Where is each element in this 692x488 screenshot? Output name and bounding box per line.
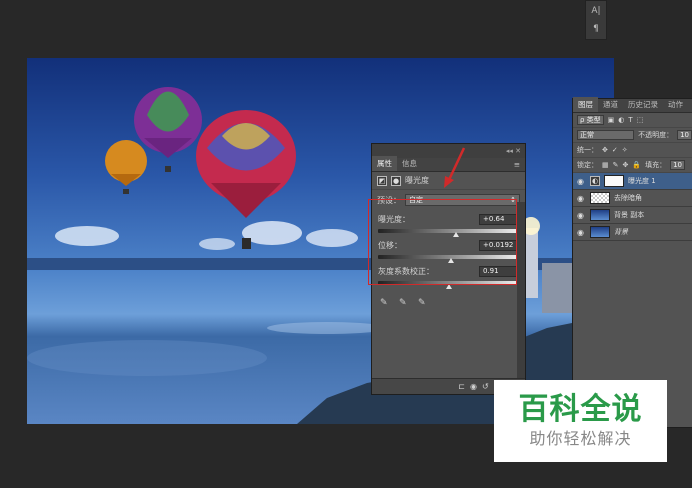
filter-pixel-icon[interactable]: ▣ <box>608 116 615 124</box>
blend-mode-select[interactable]: 正常 <box>577 130 635 140</box>
opacity-label: 不透明度： <box>638 131 674 139</box>
layer-name: 曝光度 1 <box>628 177 656 185</box>
character-tool-icon[interactable]: A| <box>586 4 606 19</box>
view-previous-icon[interactable]: ◉ <box>470 382 477 391</box>
filter-adjust-icon[interactable]: ◐ <box>618 116 624 124</box>
layer-name: 背景 <box>614 228 628 236</box>
exposure-label: 曝光度： <box>378 214 410 224</box>
eyedropper-row: ✎ ✎ ✎ <box>372 288 525 318</box>
fill-label: 填充： <box>645 161 667 169</box>
gamma-control: 灰度系数校正： 0.91 <box>372 262 525 289</box>
exposure-slider[interactable] <box>378 229 519 237</box>
preset-value: 自定 <box>409 196 423 204</box>
collapse-icon[interactable]: ◂◂ <box>506 147 513 155</box>
lock-label: 锁定： <box>577 161 598 169</box>
tab-actions[interactable]: 动作 <box>663 97 688 112</box>
mini-toolbar: A| ¶ <box>585 0 607 40</box>
tab-properties[interactable]: 属性 <box>372 156 397 171</box>
offset-control: 位移： +0.0192 <box>372 236 525 263</box>
opacity-field[interactable]: 10 <box>677 130 692 140</box>
unify-style-icon[interactable]: ✧ <box>622 146 628 154</box>
lock-move-icon[interactable]: ✥ <box>623 161 629 169</box>
tab-layers[interactable]: 图层 <box>573 97 598 112</box>
gamma-label: 灰度系数校正： <box>378 266 434 276</box>
watermark-subtitle: 助你轻松解决 <box>529 429 632 448</box>
layer-item[interactable]: ◉ 背景 副本 <box>573 207 692 224</box>
layer-name: 去除暗角 <box>614 194 642 202</box>
panel-menu-icon[interactable]: ≡ <box>509 158 525 171</box>
gray-point-eyedropper-icon[interactable]: ✎ <box>399 298 409 308</box>
tab-history[interactable]: 历史记录 <box>623 97 663 112</box>
eye-icon[interactable]: ◉ <box>577 228 586 237</box>
offset-label: 位移： <box>378 240 402 250</box>
exposure-slider-thumb[interactable] <box>452 232 459 237</box>
paragraph-tool-icon[interactable]: ¶ <box>586 22 606 37</box>
gamma-slider-thumb[interactable] <box>445 284 452 289</box>
close-icon[interactable]: ✕ <box>515 147 521 155</box>
lock-brush-icon[interactable]: ✎ <box>613 161 619 169</box>
clip-to-layer-icon[interactable]: ⊏ <box>458 382 465 391</box>
exposure-value-field[interactable]: +0.64 <box>479 213 519 225</box>
layer-filter-row: ρ 类型 ▣ ◐ T ⬚ <box>573 113 692 128</box>
exposure-adjustment-icon: ◩ <box>377 175 387 186</box>
annotation-arrow <box>444 147 466 188</box>
gamma-slider[interactable] <box>378 281 519 289</box>
properties-scrollbar[interactable] <box>517 202 525 378</box>
adjustment-layer-icon: ◐ <box>590 176 600 186</box>
black-point-eyedropper-icon[interactable]: ✎ <box>380 298 390 308</box>
white-point-eyedropper-icon[interactable]: ✎ <box>418 298 428 308</box>
lock-pixels-icon[interactable]: ▦ <box>602 161 609 169</box>
chevron-updown-icon: ⇕ <box>510 196 516 204</box>
eye-icon[interactable]: ◉ <box>577 211 586 220</box>
eye-icon[interactable]: ◉ <box>577 177 586 186</box>
layers-panel: 图层 通道 历史记录 动作 ρ 类型 ▣ ◐ T ⬚ 正常 不透明度： 10 统… <box>572 97 692 428</box>
unify-label: 统一： <box>577 146 598 154</box>
unify-row: 统一： ✥ ✓ ✧ <box>573 143 692 158</box>
watermark-title: 百科全说 <box>518 392 643 427</box>
layer-item[interactable]: ◉ 背景 <box>573 224 692 241</box>
offset-value-field[interactable]: +0.0192 <box>479 239 519 251</box>
preset-row: 预设： 自定 ⇕ <box>372 190 525 210</box>
tab-channels[interactable]: 通道 <box>598 97 623 112</box>
layer-filter-select[interactable]: ρ 类型 <box>577 115 604 125</box>
layer-name: 背景 副本 <box>614 211 645 219</box>
exposure-control: 曝光度： +0.64 <box>372 210 525 237</box>
fill-field[interactable]: 10 <box>670 160 686 170</box>
reset-icon[interactable]: ↺ <box>482 382 489 391</box>
adjustment-title: 曝光度 <box>405 176 429 185</box>
lock-all-icon[interactable]: 🔒 <box>632 161 641 169</box>
preset-label: 预设： <box>377 195 401 205</box>
filter-type-icon[interactable]: T <box>628 116 632 124</box>
unify-position-icon[interactable]: ✥ <box>602 146 608 154</box>
tab-info[interactable]: 信息 <box>397 156 422 171</box>
layer-item[interactable]: ◉ 去除暗角 <box>573 190 692 207</box>
watermark-logo: 百科全说 助你轻松解决 <box>494 380 667 462</box>
lock-row: 锁定： ▦ ✎ ✥ 🔒 填充： 10 <box>573 158 692 173</box>
preset-select[interactable]: 自定 ⇕ <box>405 194 520 206</box>
layer-thumbnail <box>590 192 610 204</box>
offset-slider[interactable] <box>378 255 519 263</box>
layer-thumbnail <box>590 209 610 221</box>
layer-item[interactable]: ◉ ◐ 曝光度 1 <box>573 173 692 190</box>
filter-shape-icon[interactable]: ⬚ <box>637 116 644 124</box>
blend-row: 正常 不透明度： 10 <box>573 128 692 143</box>
gamma-value-field[interactable]: 0.91 <box>479 265 519 277</box>
layer-thumbnail <box>590 226 610 238</box>
layer-mask-icon[interactable]: ● <box>391 175 401 186</box>
layers-tabs: 图层 通道 历史记录 动作 <box>573 97 692 113</box>
eye-icon[interactable]: ◉ <box>577 194 586 203</box>
offset-slider-thumb[interactable] <box>448 258 455 263</box>
layer-mask-thumbnail[interactable] <box>604 175 624 187</box>
unify-visibility-icon[interactable]: ✓ <box>612 146 618 154</box>
